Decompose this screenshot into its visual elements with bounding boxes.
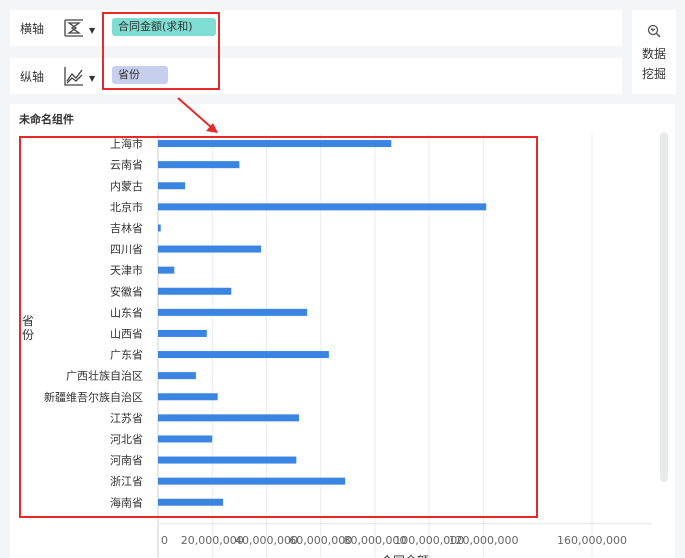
- chevron-down-icon[interactable]: ▼: [89, 26, 95, 35]
- bar-chart-icon[interactable]: [62, 16, 86, 40]
- data-mining-label-line1: 数据: [641, 47, 666, 61]
- x-tick-label: 0: [161, 534, 168, 547]
- x-axis-label: 横轴: [20, 22, 45, 36]
- scrollbar[interactable]: [660, 132, 668, 482]
- data-mining-icon: [647, 24, 661, 38]
- data-mining-label-line2: 挖掘: [641, 67, 666, 81]
- x-axis-title: 合同金额: [381, 553, 429, 558]
- y-axis-label: 纵轴: [20, 70, 45, 84]
- x-tick-label: 160,000,000: [557, 534, 627, 547]
- fields-highlight-box: [102, 12, 220, 90]
- chart-highlight-box: [19, 136, 538, 518]
- chart-component: 未命名组件 上海市 云南省 内蒙古 北京市 吉林省 四川省 天津市 安徽省 山东省 山西省 广东省广…: [10, 104, 675, 558]
- line-chart-icon[interactable]: [62, 64, 86, 88]
- data-mining-button[interactable]: 数据 挖掘: [632, 10, 676, 94]
- chevron-down-icon[interactable]: ▼: [89, 74, 95, 83]
- x-tick-label: 120,000,000: [449, 534, 519, 547]
